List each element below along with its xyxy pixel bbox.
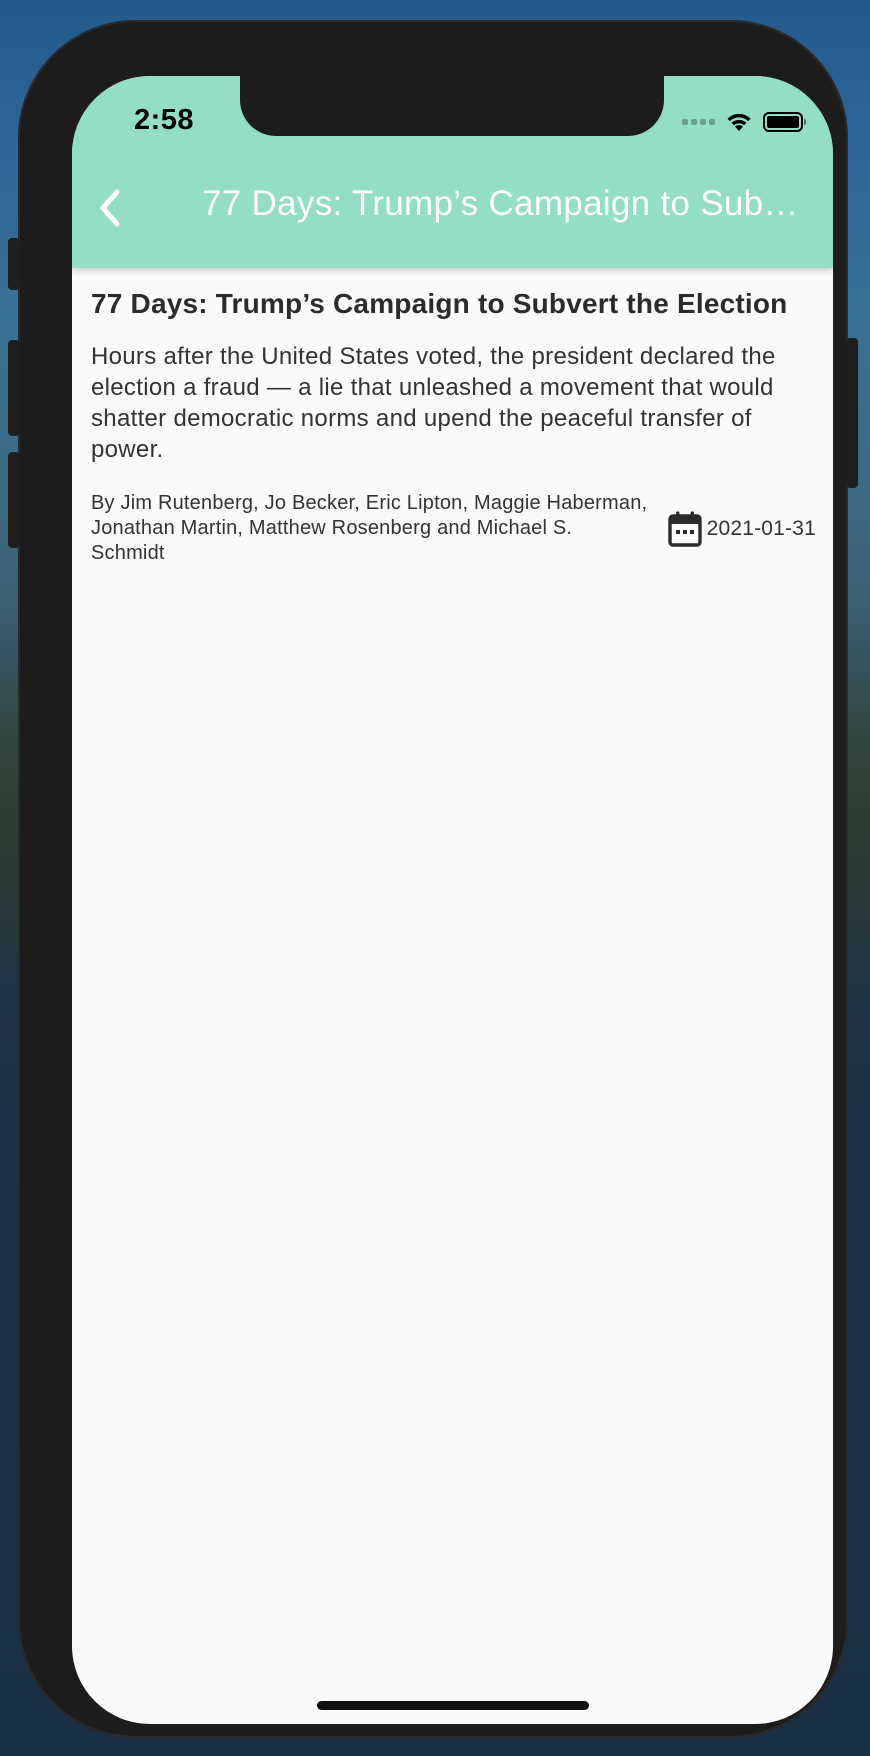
article-date: 2021-01-31 bbox=[667, 510, 816, 548]
article-title: 77 Days: Trump’s Campaign to Subvert the… bbox=[91, 288, 788, 319]
status-time: 2:58 bbox=[134, 104, 195, 136]
status-icons bbox=[682, 110, 806, 134]
screen: 2:58 77 Days: Trump’s Campaign to Subve … bbox=[72, 76, 833, 1724]
back-button[interactable] bbox=[88, 186, 132, 230]
wifi-icon bbox=[727, 113, 751, 131]
power-button bbox=[846, 338, 858, 488]
volume-down-button bbox=[8, 452, 20, 548]
volume-up-button bbox=[8, 340, 20, 436]
home-indicator[interactable] bbox=[317, 1701, 589, 1710]
calendar-icon bbox=[667, 511, 702, 547]
article-date-text: 2021-01-31 bbox=[706, 516, 816, 540]
article-summary: Hours after the United States voted, the… bbox=[91, 343, 776, 463]
signal-icon bbox=[682, 119, 715, 125]
app-bar-title: 77 Days: Trump’s Campaign to Subvert the… bbox=[202, 184, 802, 223]
article-content: 77 Days: Trump’s Campaign to Subvert the… bbox=[91, 286, 816, 566]
notch bbox=[240, 76, 664, 136]
phone-frame: 2:58 77 Days: Trump’s Campaign to Subve … bbox=[8, 20, 858, 1738]
chevron-left-icon bbox=[100, 189, 120, 227]
battery-icon bbox=[763, 112, 806, 132]
article-byline: By Jim Rutenberg, Jo Becker, Eric Lipton… bbox=[91, 492, 648, 564]
article-meta: By Jim Rutenberg, Jo Becker, Eric Lipton… bbox=[91, 491, 816, 566]
mute-switch bbox=[8, 238, 20, 290]
